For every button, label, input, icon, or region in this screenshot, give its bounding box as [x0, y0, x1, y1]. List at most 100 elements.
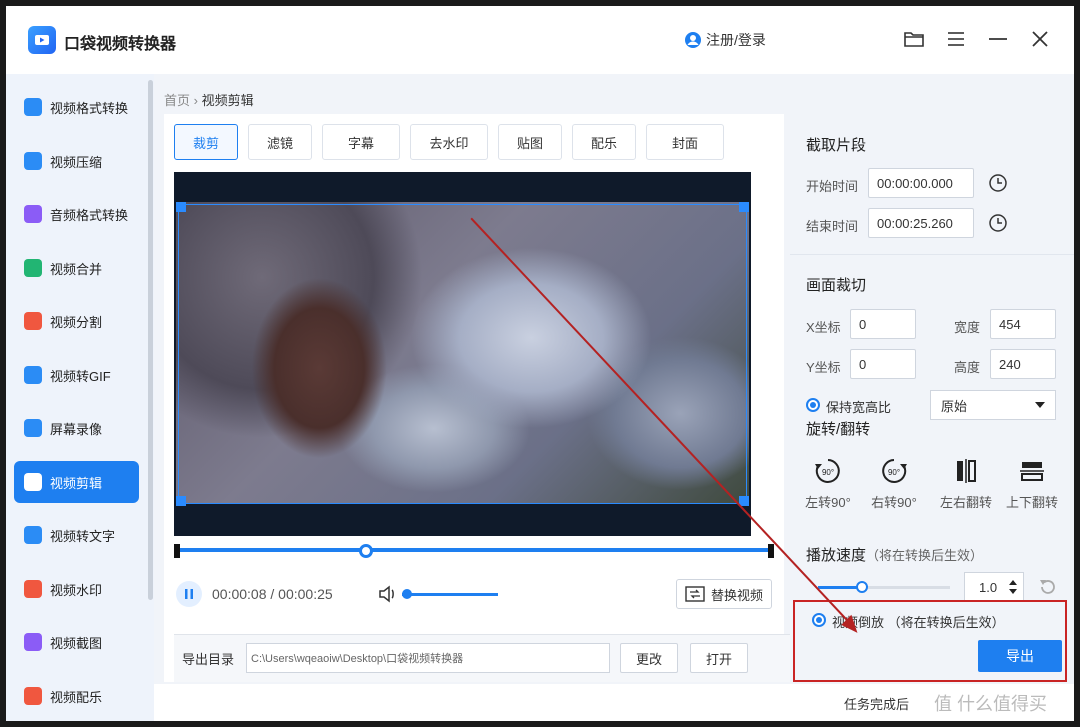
- tab-remove-watermark[interactable]: 去水印: [410, 124, 488, 160]
- sidebar-item-screenshot[interactable]: 视频截图: [14, 621, 139, 663]
- sidebar-item-label: 视频截图: [50, 635, 103, 651]
- editor-panel: 裁剪 滤镜 字幕 去水印 贴图 配乐 封面 00:00:08 / 00:00:2…: [164, 114, 794, 682]
- sidebar-item-merge[interactable]: 视频合并: [14, 247, 139, 289]
- ratio-select-value: 原始: [941, 398, 968, 414]
- volume-icon[interactable]: [378, 585, 398, 606]
- y-coordinate-input[interactable]: 0: [850, 349, 916, 379]
- crop-handle-top-left[interactable]: [176, 202, 186, 212]
- sidebar-item-audio-convert[interactable]: 音频格式转换: [14, 193, 139, 235]
- rotate-left-label: 左转90°: [805, 495, 851, 510]
- width-label: 宽度: [954, 320, 981, 335]
- sidebar-item-label: 屏幕录像: [50, 421, 103, 437]
- video-gif-icon: [24, 366, 42, 384]
- crop-selection-box[interactable]: [176, 202, 749, 506]
- width-input[interactable]: 454: [990, 309, 1056, 339]
- set-start-clock-icon[interactable]: [988, 173, 1008, 193]
- video-screenshot-icon: [24, 633, 42, 651]
- x-coordinate-label: X坐标: [806, 320, 841, 335]
- rotate-right-icon: 90°: [879, 456, 909, 486]
- export-path-input[interactable]: [246, 643, 610, 673]
- sidebar-item-label: 视频压缩: [50, 154, 103, 170]
- sidebar-item-music[interactable]: 视频配乐: [14, 675, 139, 717]
- timeline-track: [174, 548, 774, 552]
- sidebar-item-video-edit[interactable]: 视频剪辑: [14, 461, 139, 503]
- replace-video-icon: [685, 586, 705, 602]
- screen-record-icon: [24, 419, 42, 437]
- volume-knob[interactable]: [402, 589, 412, 599]
- crop-handle-top-right[interactable]: [739, 202, 749, 212]
- pause-icon: [185, 589, 193, 599]
- audio-convert-icon: [24, 205, 42, 223]
- breadcrumb-home[interactable]: 首页: [164, 93, 190, 108]
- tab-subtitle[interactable]: 字幕: [322, 124, 400, 160]
- user-avatar-icon: [685, 32, 701, 48]
- video-music-icon: [24, 687, 42, 705]
- sidebar-item-compress[interactable]: 视频压缩: [14, 140, 139, 182]
- crop-section-title: 画面裁切: [806, 277, 867, 294]
- x-coordinate-input[interactable]: 0: [850, 309, 916, 339]
- sidebar-item-format-convert[interactable]: 视频格式转换: [14, 86, 139, 128]
- sidebar-item-video-to-text[interactable]: 视频转文字: [14, 514, 139, 556]
- rotate-left-button[interactable]: 90° 左转90°: [800, 456, 856, 511]
- login-link[interactable]: 注册/登录: [684, 30, 766, 50]
- open-directory-button[interactable]: 打开: [690, 643, 748, 673]
- tab-sticker[interactable]: 贴图: [498, 124, 562, 160]
- annotation-highlight-box: [793, 600, 1067, 682]
- sidebar-item-label: 视频水印: [50, 582, 103, 598]
- rotate-right-button[interactable]: 90° 右转90°: [866, 456, 922, 511]
- title-bar: 口袋视频转换器 注册/登录: [6, 6, 1074, 74]
- ratio-select[interactable]: 原始: [930, 390, 1056, 420]
- crop-handle-bottom-right[interactable]: [739, 496, 749, 506]
- height-input[interactable]: 240: [990, 349, 1056, 379]
- sidebar-item-gif[interactable]: 视频转GIF: [14, 354, 139, 396]
- rotate-left-icon: 90°: [813, 456, 843, 486]
- rotate-section-title: 旋转/翻转: [806, 421, 871, 438]
- change-directory-button[interactable]: 更改: [620, 643, 678, 673]
- playback-time: 00:00:08 / 00:00:25: [212, 586, 333, 602]
- folder-icon[interactable]: [901, 26, 927, 52]
- tab-filter[interactable]: 滤镜: [248, 124, 312, 160]
- timeline-slider[interactable]: [174, 544, 774, 558]
- section-divider: [790, 254, 1074, 255]
- player-controls: 00:00:08 / 00:00:25 替换视频: [174, 579, 774, 611]
- reset-speed-icon[interactable]: [1038, 577, 1058, 597]
- task-complete-option: 任务完成后: [844, 697, 910, 712]
- sidebar-scrollbar[interactable]: [148, 80, 153, 600]
- app-title: 口袋视频转换器: [64, 36, 177, 53]
- sidebar-item-split[interactable]: 视频分割: [14, 300, 139, 342]
- volume-slider[interactable]: [402, 593, 498, 596]
- sidebar-item-label: 视频转GIF: [50, 368, 111, 384]
- end-time-label: 结束时间: [806, 219, 859, 234]
- video-convert-icon: [24, 98, 42, 116]
- timeline-start-marker[interactable]: [174, 544, 180, 558]
- flip-vertical-button[interactable]: 上下翻转: [1004, 456, 1060, 511]
- end-time-input[interactable]: 00:00:25.260: [868, 208, 974, 238]
- stepper-arrows-icon[interactable]: [1009, 579, 1017, 595]
- keep-ratio-radio[interactable]: [806, 398, 820, 412]
- replace-video-button[interactable]: 替换视频: [676, 579, 772, 609]
- flip-horizontal-button[interactable]: 左右翻转: [938, 456, 994, 511]
- sidebar-item-label: 视频分割: [50, 314, 103, 330]
- sidebar-item-watermark[interactable]: 视频水印: [14, 568, 139, 610]
- breadcrumb: 首页 › 视频剪辑: [164, 90, 254, 109]
- start-time-input[interactable]: 00:00:00.000: [868, 168, 974, 198]
- app-window: 口袋视频转换器 注册/登录 视频格式转换 视频压缩 音频格式转换 视频合并 视频…: [6, 6, 1074, 721]
- sidebar-item-label: 视频转文字: [50, 528, 116, 544]
- pause-button[interactable]: [176, 581, 202, 607]
- set-end-clock-icon[interactable]: [988, 213, 1008, 233]
- timeline-playhead[interactable]: [359, 544, 373, 558]
- tab-music[interactable]: 配乐: [572, 124, 636, 160]
- breadcrumb-separator: ›: [193, 93, 198, 108]
- speed-slider-knob[interactable]: [856, 581, 868, 593]
- minimize-icon[interactable]: [985, 26, 1011, 52]
- app-logo-icon: [28, 26, 56, 54]
- video-edit-icon: [24, 473, 42, 491]
- menu-icon[interactable]: [943, 26, 969, 52]
- close-icon[interactable]: [1027, 26, 1053, 52]
- tab-crop[interactable]: 裁剪: [174, 124, 238, 160]
- tab-cover[interactable]: 封面: [646, 124, 724, 160]
- speed-stepper[interactable]: 1.0: [964, 572, 1024, 602]
- timeline-end-marker[interactable]: [768, 544, 774, 558]
- crop-handle-bottom-left[interactable]: [176, 496, 186, 506]
- sidebar-item-screen-record[interactable]: 屏幕录像: [14, 407, 139, 449]
